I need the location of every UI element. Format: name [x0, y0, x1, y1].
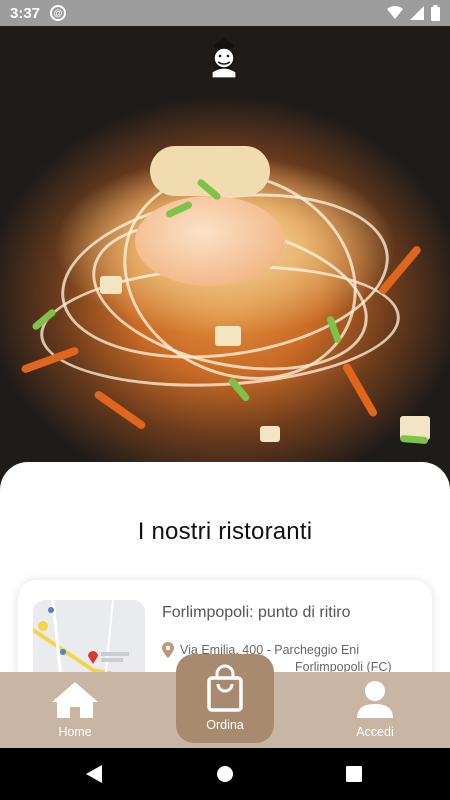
shopping-bag-icon	[207, 664, 243, 712]
status-bar: 3:37 @	[0, 0, 450, 26]
map-thumbnail[interactable]	[33, 600, 145, 672]
nav-login-button[interactable]: Accedi	[325, 672, 425, 748]
content-sheet: I nostri ristoranti Forlimpopoli: punto …	[0, 462, 450, 672]
battery-icon	[431, 5, 440, 21]
restaurant-title: Forlimpopoli: punto di ritiro	[162, 604, 351, 621]
status-icons	[387, 5, 440, 21]
brand-logo-icon	[211, 38, 237, 78]
signal-icon	[410, 6, 424, 20]
nav-login-label: Accedi	[356, 725, 394, 739]
hero-food-image	[0, 26, 450, 486]
nav-order-label: Ordina	[206, 718, 244, 732]
user-icon	[357, 681, 393, 718]
address-line-2: Forlimpopoli (FC)	[295, 660, 392, 672]
nav-home-label: Home	[58, 725, 92, 739]
at-icon: @	[50, 5, 67, 21]
recents-icon[interactable]	[346, 766, 362, 782]
nav-home-button[interactable]: Home	[25, 672, 125, 748]
wifi-icon	[387, 6, 403, 19]
back-icon[interactable]	[86, 765, 102, 783]
location-pin-icon	[162, 642, 174, 658]
home-circle-icon[interactable]	[217, 766, 233, 782]
nav-order-button[interactable]: Ordina	[176, 654, 274, 743]
system-nav-bar	[0, 748, 450, 800]
page-title: I nostri ristoranti	[137, 518, 313, 545]
home-icon	[52, 682, 98, 718]
status-time: 3:37	[10, 4, 41, 22]
